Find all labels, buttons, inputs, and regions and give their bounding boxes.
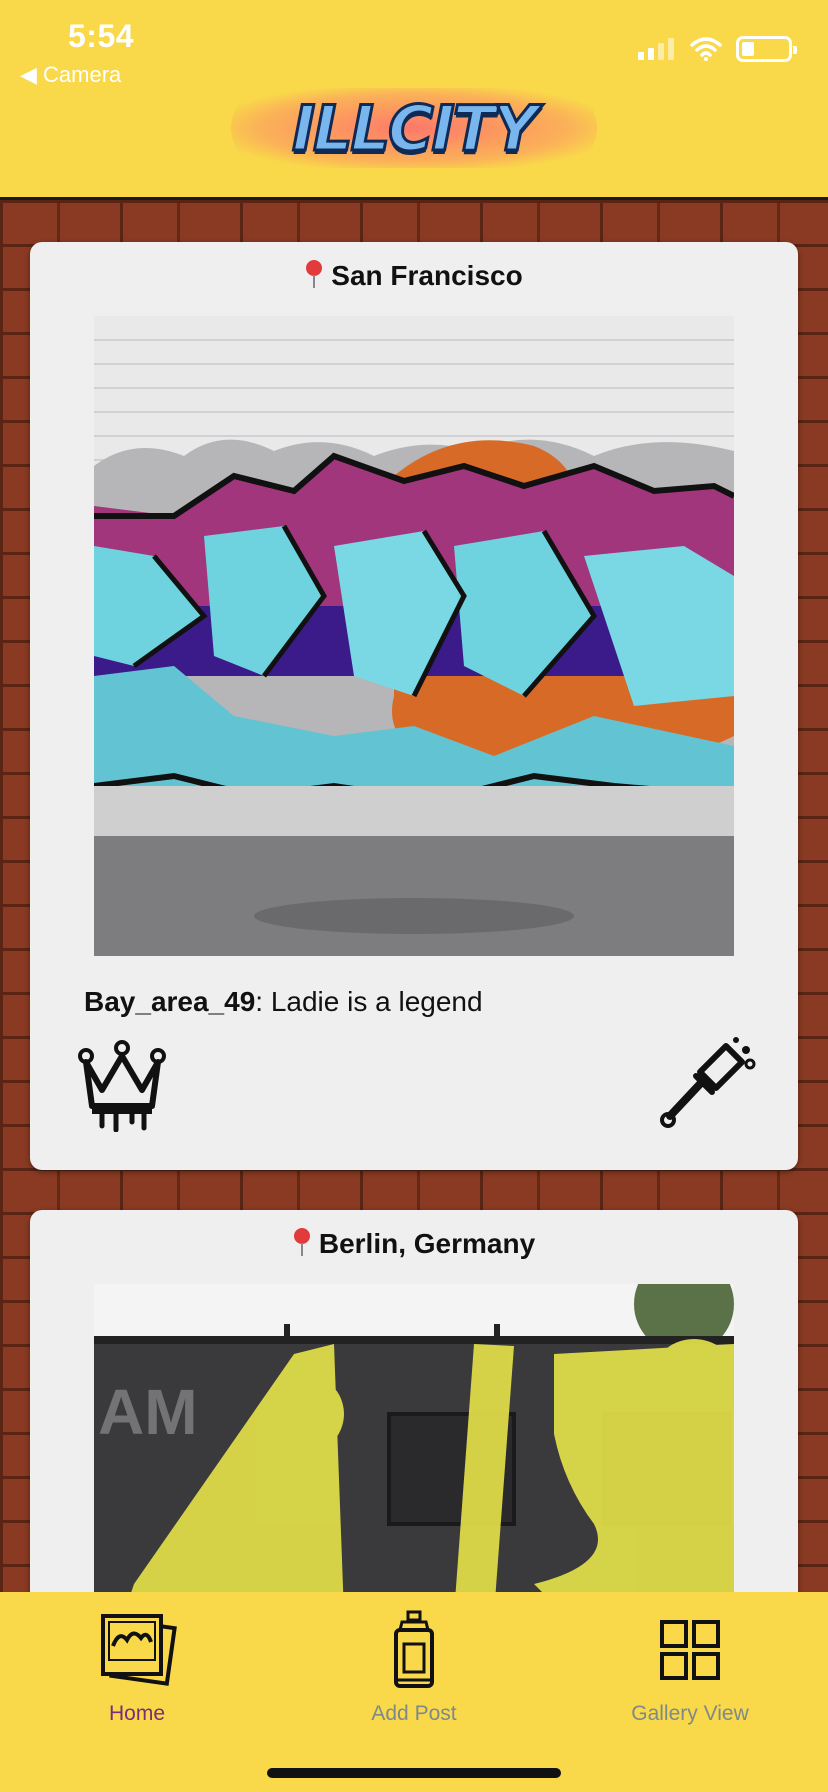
post-photo[interactable]: AM	[94, 1284, 734, 1592]
map-pin-icon	[305, 260, 323, 288]
app-header: 5:54 ◀ Camera ILLCITY	[0, 0, 828, 200]
tab-gallery-view[interactable]: Gallery View	[590, 1610, 790, 1740]
app-logo: ILLCITY	[225, 78, 603, 178]
post-card: San Francisco Bay_area_49: Ladie is a le…	[30, 242, 798, 1170]
battery-icon	[736, 36, 797, 62]
paint-roller-icon[interactable]	[656, 1032, 756, 1132]
grid-icon	[660, 1620, 720, 1680]
map-pin-icon	[293, 1228, 311, 1256]
photo-stack-icon	[101, 1614, 177, 1686]
post-location: San Francisco	[30, 260, 798, 292]
crown-icon[interactable]	[72, 1032, 172, 1132]
status-time: 5:54	[68, 18, 135, 54]
post-photo[interactable]	[94, 316, 734, 956]
back-to-camera-link[interactable]: ◀ Camera	[20, 62, 121, 88]
signal-icon	[638, 38, 674, 60]
svg-text:AM: AM	[98, 1376, 198, 1448]
post-feed[interactable]: San Francisco Bay_area_49: Ladie is a le…	[0, 200, 828, 1592]
spray-can-icon	[394, 1610, 434, 1688]
post-location: Berlin, Germany	[30, 1228, 798, 1260]
wifi-icon	[690, 37, 722, 61]
post-card: Berlin, Germany AM	[30, 1210, 798, 1592]
tab-bar: Home Add Post Gallery View	[0, 1592, 828, 1792]
tab-add-post[interactable]: Add Post	[314, 1610, 514, 1740]
post-caption: Bay_area_49: Ladie is a legend	[84, 986, 483, 1017]
tab-home-label: Home	[108, 1702, 166, 1725]
tab-home[interactable]: Home	[37, 1610, 237, 1740]
post-username[interactable]: Bay_area_49	[84, 986, 255, 1017]
home-indicator[interactable]	[267, 1768, 561, 1778]
tab-gallery-view-label: Gallery View	[631, 1702, 749, 1725]
tab-add-post-label: Add Post	[371, 1702, 457, 1725]
status-icons	[638, 36, 797, 62]
